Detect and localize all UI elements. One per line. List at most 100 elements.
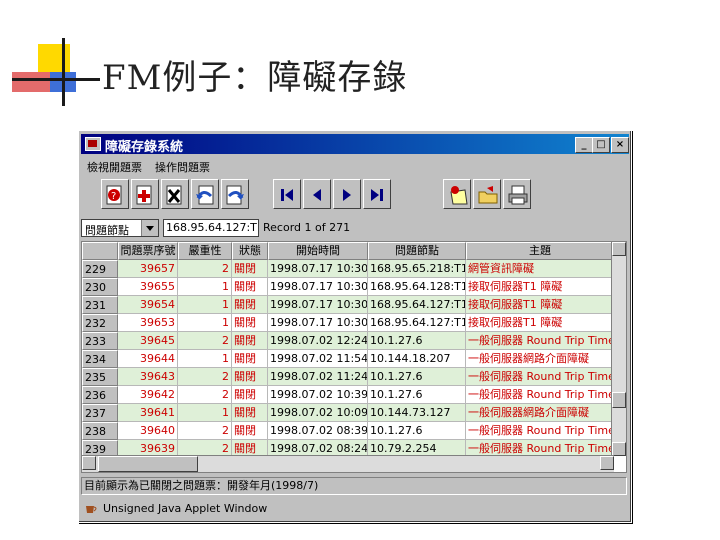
horizontal-scrollbar[interactable] xyxy=(82,455,614,472)
table-row[interactable]: 236 39642 2 關閉 1998.07.02 10:39 10.1.27.6 一般伺服… xyxy=(82,386,614,404)
row-number[interactable]: 234 xyxy=(82,350,118,368)
row-number[interactable]: 236 xyxy=(82,386,118,404)
first-record-icon xyxy=(281,189,293,201)
chevron-down-icon[interactable] xyxy=(141,220,158,236)
column-header[interactable]: 狀態 xyxy=(232,242,268,260)
applet-status: Unsigned Java Applet Window xyxy=(81,499,627,519)
open-folder-button[interactable] xyxy=(473,179,501,209)
ticket-table: 問題票序號 嚴重性 狀態 開始時間 問題節點 主題 229 39657 2 關閉 1998.07.… xyxy=(81,241,627,473)
row-number[interactable]: 233 xyxy=(82,332,118,350)
ticket-id-cell: 39655 xyxy=(118,278,178,296)
decor-horizontal-line xyxy=(12,78,100,81)
table-row[interactable]: 231 39654 1 關閉 1998.07.17 10:30 168.95.64.127… xyxy=(82,296,614,314)
toolbar: ? xyxy=(81,175,629,215)
window-title: 障礙存錄系統 xyxy=(105,140,184,155)
navigation-row: 問題節點 168.95.64.127:T1 Record 1 of 271 xyxy=(81,217,629,239)
java-cup-icon xyxy=(86,506,97,513)
table-row[interactable]: 234 39644 1 關閉 1998.07.02 11:54 10.144.18.207… xyxy=(82,350,614,368)
table-row[interactable]: 233 39645 2 關閉 1998.07.02 12:24 10.1.27.6 一般伺服… xyxy=(82,332,614,350)
note-icon xyxy=(450,186,468,205)
node-cell: 168.95.65.218:T1-T1 xyxy=(368,260,466,278)
node-cell: 168.95.64.127:T1-T1 xyxy=(368,314,466,332)
column-header[interactable]: 開始時間 xyxy=(268,242,368,260)
horizontal-scroll-thumb[interactable] xyxy=(98,456,198,472)
row-number[interactable]: 232 xyxy=(82,314,118,332)
scroll-down-button[interactable] xyxy=(612,442,626,456)
column-header[interactable]: 主題 xyxy=(466,242,614,260)
node-cell: 10.144.73.127 xyxy=(368,404,466,422)
help-icon: ? xyxy=(106,185,122,205)
topic-cell: 接取伺服器T1 障礙 xyxy=(466,314,614,332)
minimize-button[interactable]: _ xyxy=(575,137,593,153)
scroll-up-button[interactable] xyxy=(612,242,626,256)
vertical-scroll-thumb[interactable] xyxy=(612,392,626,408)
severity-cell: 2 xyxy=(178,260,232,278)
row-number[interactable]: 229 xyxy=(82,260,118,278)
node-cell: 10.1.27.6 xyxy=(368,368,466,386)
vertical-scrollbar[interactable] xyxy=(611,242,626,456)
scroll-left-button[interactable] xyxy=(82,456,96,470)
row-number[interactable]: 231 xyxy=(82,296,118,314)
start-time-cell: 1998.07.17 10:30 xyxy=(268,296,368,314)
add-button[interactable] xyxy=(131,179,159,209)
table-row[interactable]: 232 39653 1 關閉 1998.07.17 10:30 168.95.64.127… xyxy=(82,314,614,332)
topic-cell: 一般伺服器 Round Trip Time xyxy=(466,332,614,350)
note-button[interactable] xyxy=(443,179,471,209)
severity-cell: 1 xyxy=(178,278,232,296)
help-button[interactable]: ? xyxy=(101,179,129,209)
topic-cell: 一般伺服器 Round Trip Time xyxy=(466,422,614,440)
column-header[interactable]: 嚴重性 xyxy=(178,242,232,260)
state-cell: 關閉 xyxy=(232,368,268,386)
redo-button[interactable] xyxy=(221,179,249,209)
table-row[interactable]: 235 39643 2 關閉 1998.07.02 11:24 10.1.27.6 一般伺服… xyxy=(82,368,614,386)
column-header[interactable]: 問題節點 xyxy=(368,242,466,260)
undo-button[interactable] xyxy=(191,179,219,209)
last-record-button[interactable] xyxy=(363,179,391,209)
prev-record-button[interactable] xyxy=(303,179,331,209)
maximize-button[interactable]: □ xyxy=(592,137,610,153)
delete-button[interactable] xyxy=(161,179,189,209)
close-button[interactable]: × xyxy=(611,137,629,153)
severity-cell: 1 xyxy=(178,296,232,314)
table-row[interactable]: 229 39657 2 關閉 1998.07.17 10:30 168.95.65.218… xyxy=(82,260,614,278)
topic-cell: 網管資訊障礙 xyxy=(466,260,614,278)
start-time-cell: 1998.07.02 12:24 xyxy=(268,332,368,350)
add-icon xyxy=(136,185,152,205)
menu-item-operate[interactable]: 操作問題票 xyxy=(155,159,210,175)
severity-cell: 2 xyxy=(178,386,232,404)
next-record-button[interactable] xyxy=(333,179,361,209)
row-number[interactable]: 230 xyxy=(82,278,118,296)
row-number[interactable]: 237 xyxy=(82,404,118,422)
severity-cell: 2 xyxy=(178,332,232,350)
row-number[interactable]: 238 xyxy=(82,422,118,440)
topic-cell: 一般伺服器網路介面障礙 xyxy=(466,350,614,368)
applet-warning-text: Unsigned Java Applet Window xyxy=(103,502,268,515)
menu-bar: 檢視開題票 操作問題票 xyxy=(81,156,629,174)
table-row[interactable]: 238 39640 2 關閉 1998.07.02 08:39 10.1.27.6 一般伺服… xyxy=(82,422,614,440)
table-row[interactable]: 230 39655 1 關閉 1998.07.17 10:30 168.95.64.128… xyxy=(82,278,614,296)
first-record-button[interactable] xyxy=(273,179,301,209)
scroll-right-button[interactable] xyxy=(600,456,614,470)
field-value-input[interactable]: 168.95.64.127:T1 xyxy=(163,219,259,237)
ticket-id-cell: 39653 xyxy=(118,314,178,332)
title-bar[interactable]: 障礙存錄系統 _ □ × xyxy=(81,134,629,155)
start-time-cell: 1998.07.17 10:30 xyxy=(268,278,368,296)
column-header[interactable] xyxy=(82,242,118,260)
start-time-cell: 1998.07.02 11:24 xyxy=(268,368,368,386)
state-cell: 關閉 xyxy=(232,260,268,278)
undo-icon xyxy=(196,185,214,205)
menu-item-view[interactable]: 檢視開題票 xyxy=(87,159,142,175)
column-header[interactable]: 問題票序號 xyxy=(118,242,178,260)
table-row[interactable]: 237 39641 1 關閉 1998.07.02 10:09 10.144.73.127… xyxy=(82,404,614,422)
start-time-cell: 1998.07.17 10:30 xyxy=(268,260,368,278)
field-select[interactable]: 問題節點 xyxy=(81,219,159,237)
last-record-icon xyxy=(371,189,383,201)
topic-cell: 一般伺服器 Round Trip Time xyxy=(466,386,614,404)
row-number[interactable]: 235 xyxy=(82,368,118,386)
node-cell: 10.1.27.6 xyxy=(368,386,466,404)
filter-status: 目前顯示為已關閉之問題票：開發年月(1998/7) xyxy=(81,477,627,495)
node-cell: 10.1.27.6 xyxy=(368,422,466,440)
node-cell: 10.144.18.207 xyxy=(368,350,466,368)
print-button[interactable] xyxy=(503,179,531,209)
print-icon xyxy=(508,185,528,205)
